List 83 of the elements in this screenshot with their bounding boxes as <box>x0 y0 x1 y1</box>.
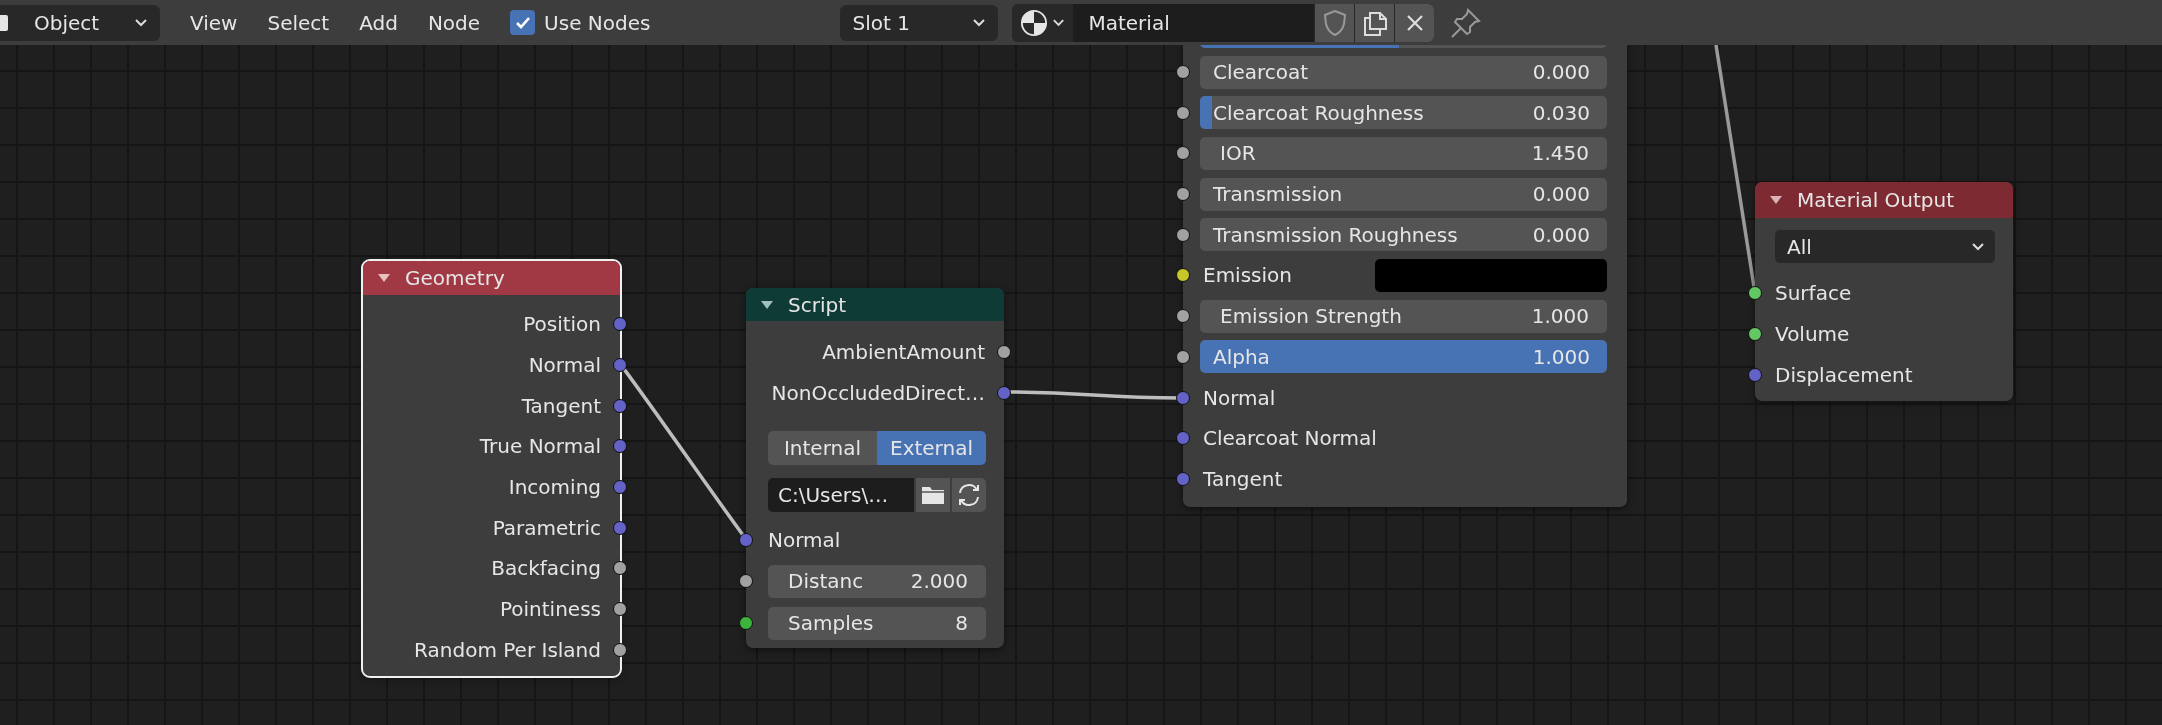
file-path-field[interactable]: C:\Users\… <box>768 478 914 513</box>
editor-type-dropdown[interactable]: Object <box>0 4 160 41</box>
menu-item[interactable]: Node <box>427 6 481 39</box>
socket-label: Displacement <box>1775 362 1913 387</box>
socket-label: Position <box>523 312 601 337</box>
number-field[interactable]: Emission Strength 1.000 <box>1200 299 1607 333</box>
socket-label: Emission <box>1203 263 1293 288</box>
number-field[interactable]: IOR 1.450 <box>1200 136 1607 170</box>
geometry-node[interactable] <box>363 261 620 676</box>
checkbox-label: Use Nodes <box>544 10 651 35</box>
shield-icon <box>1322 8 1347 37</box>
reload-icon <box>956 483 982 508</box>
socket-label: Normal <box>1203 385 1277 410</box>
collapse-icon[interactable] <box>1769 195 1783 205</box>
socket-label: Incoming <box>508 475 601 500</box>
socket-label: Random Per Island <box>414 637 601 662</box>
open-file-button[interactable] <box>916 478 950 513</box>
socket-label: Normal <box>528 353 601 378</box>
input-socket[interactable] <box>739 533 753 548</box>
socket-label: Normal <box>768 528 841 553</box>
pin-icon[interactable] <box>1450 6 1483 39</box>
reload-button[interactable] <box>952 478 986 513</box>
input-socket[interactable] <box>1748 367 1762 382</box>
mode-tab[interactable]: External <box>877 431 986 466</box>
socket-label: True Normal <box>479 434 601 459</box>
output-socket[interactable] <box>613 561 627 576</box>
chevron-icon <box>1052 17 1066 28</box>
duplicate-button[interactable] <box>1355 3 1395 42</box>
socket-label: Volume <box>1775 322 1850 347</box>
output-socket[interactable] <box>613 602 627 617</box>
fake-user-button[interactable] <box>1315 3 1355 42</box>
folder-icon <box>921 485 945 506</box>
collapse-icon[interactable] <box>377 273 391 283</box>
input-socket[interactable] <box>1176 349 1190 364</box>
mode-tab[interactable]: Internal <box>768 431 877 466</box>
output-socket[interactable] <box>997 345 1011 360</box>
value-slider[interactable]: Transmission 0.000 <box>1200 177 1607 211</box>
number-field[interactable]: Samples 8 <box>768 606 986 640</box>
input-socket[interactable] <box>1176 65 1190 80</box>
close-button[interactable] <box>1395 3 1435 42</box>
node-title: Script <box>788 292 846 317</box>
use-nodes-checkbox[interactable] <box>510 10 536 35</box>
input-socket[interactable] <box>1748 286 1762 301</box>
menu-item[interactable]: Add <box>359 6 398 39</box>
node-title: Geometry <box>405 266 505 290</box>
input-socket[interactable] <box>1176 227 1190 242</box>
input-socket[interactable] <box>739 616 753 631</box>
target-dropdown[interactable]: All <box>1775 230 1995 263</box>
sphere-icon <box>1020 7 1049 38</box>
input-socket[interactable] <box>1176 309 1190 324</box>
socket-label: Parametric <box>492 515 601 540</box>
socket-label: Clearcoat Normal <box>1203 426 1378 451</box>
chevron-icon <box>1971 241 1985 252</box>
value-slider[interactable]: Clearcoat Roughness 0.030 <box>1200 96 1607 130</box>
collapse-icon[interactable] <box>760 299 774 310</box>
socket-label: Tangent <box>521 393 601 418</box>
socket-label: NonOccludedDirect… <box>771 381 985 406</box>
value-slider[interactable]: Clearcoat 0.000 <box>1200 55 1607 89</box>
socket-label: AmbientAmount <box>822 340 985 365</box>
input-socket[interactable] <box>1176 390 1190 405</box>
socket-label: Backfacing <box>491 556 601 581</box>
input-socket[interactable] <box>1748 327 1762 342</box>
material-name-field[interactable]: Material <box>1073 3 1315 42</box>
input-socket[interactable] <box>1176 268 1190 283</box>
menu-item[interactable]: Select <box>267 6 330 39</box>
menu-item[interactable]: View <box>190 6 238 39</box>
socket-label: Surface <box>1775 281 1852 306</box>
input-socket[interactable] <box>739 574 753 589</box>
chevron-icon <box>972 17 987 28</box>
input-socket[interactable] <box>1176 187 1190 202</box>
socket-label: Pointiness <box>499 597 601 622</box>
slot-dropdown[interactable]: Slot 1 <box>840 4 999 41</box>
input-socket[interactable] <box>1176 471 1190 486</box>
input-socket[interactable] <box>1176 431 1190 446</box>
value-slider[interactable]: Transmission Roughness 0.000 <box>1200 218 1607 252</box>
value-slider[interactable]: Alpha 1.000 <box>1200 340 1607 374</box>
socket-label: Tangent <box>1203 466 1284 491</box>
input-socket[interactable] <box>1176 146 1190 161</box>
color-swatch[interactable] <box>1375 258 1607 292</box>
number-field[interactable]: Distanc 2.000 <box>768 564 986 598</box>
node-title: Material Output <box>1797 188 1955 212</box>
chevron-icon <box>134 17 148 28</box>
input-socket[interactable] <box>1176 105 1190 120</box>
